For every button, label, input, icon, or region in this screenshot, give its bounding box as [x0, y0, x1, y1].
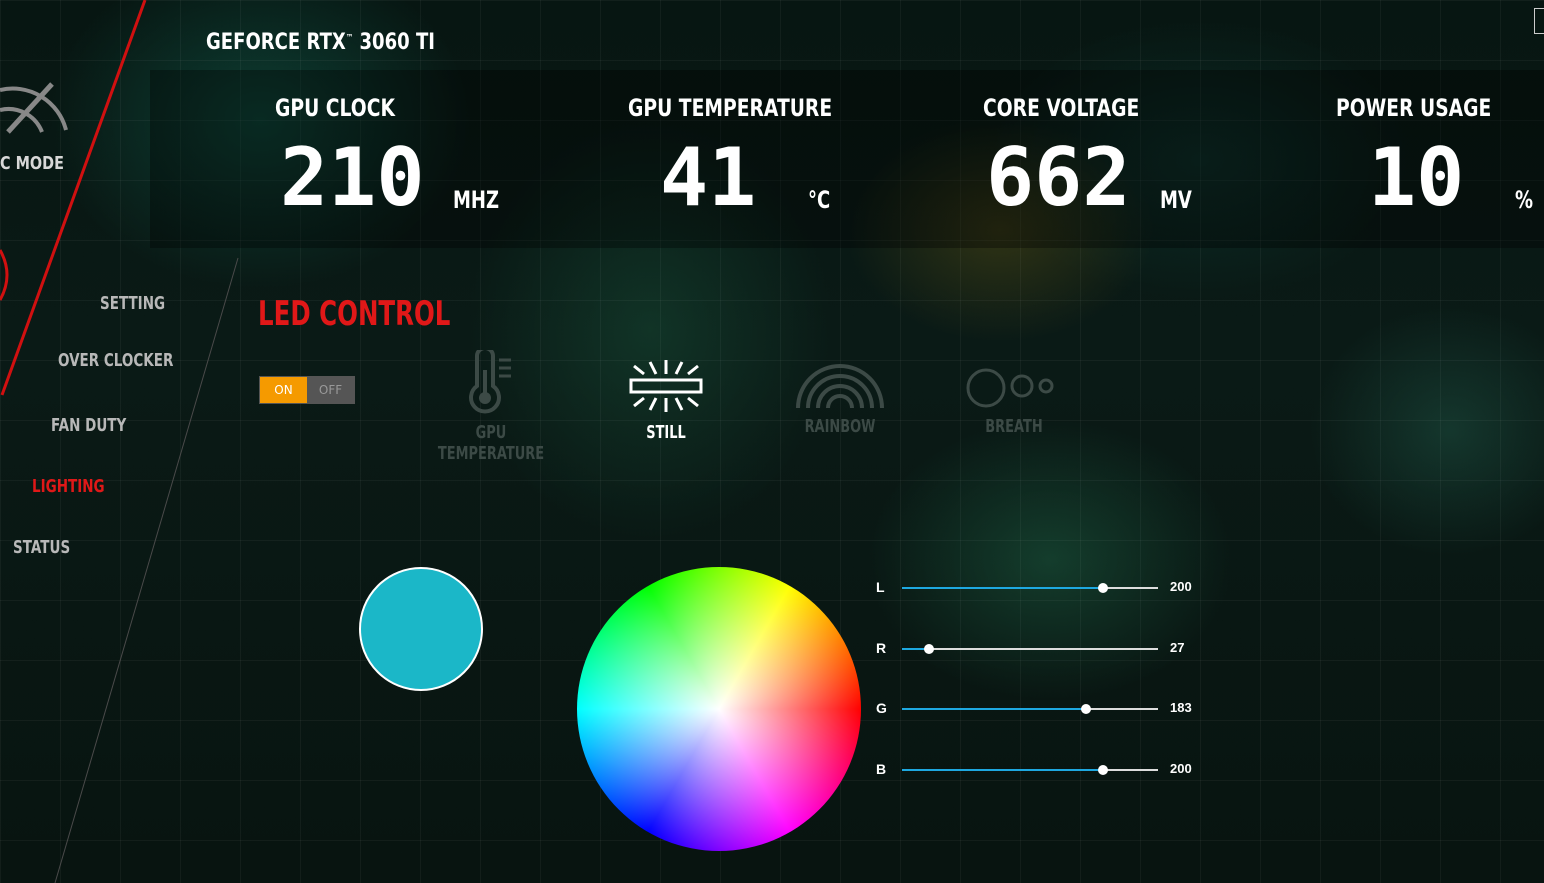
power-usage-label: POWER USAGE	[1336, 94, 1492, 122]
slider-fill	[902, 769, 1103, 771]
color-wheel[interactable]	[577, 567, 861, 851]
sidebar-item-lighting[interactable]: LIGHTING	[32, 476, 105, 497]
mode-label: RAINBOW	[804, 416, 876, 437]
slider-track[interactable]	[902, 704, 1158, 714]
gpu-temperature-unit: °C	[808, 186, 831, 214]
gpu-clock-label: GPU CLOCK	[275, 94, 395, 122]
still-light-icon	[629, 360, 703, 412]
current-color-swatch	[359, 567, 483, 691]
mode-label: BREATH	[985, 416, 1043, 437]
slider-value: 200	[1170, 761, 1192, 776]
mode-label: GPU TEMPERATURE	[437, 422, 545, 464]
slider-g[interactable]: G 183	[876, 700, 1206, 720]
core-voltage-label: CORE VOLTAGE	[983, 94, 1140, 122]
mode-breath[interactable]: BREATH	[934, 366, 1094, 437]
slider-thumb[interactable]	[1097, 765, 1108, 775]
slider-track[interactable]	[902, 583, 1158, 593]
slider-fill	[902, 708, 1086, 710]
slider-thumb[interactable]	[1080, 704, 1091, 714]
slider-track[interactable]	[902, 644, 1158, 654]
sidebar-item-status[interactable]: STATUS	[13, 537, 70, 558]
slider-thumb[interactable]	[1097, 583, 1108, 593]
thermometer-icon	[469, 350, 511, 414]
slider-label: L	[876, 579, 885, 595]
slider-fill	[902, 587, 1103, 589]
speedometer-icon	[0, 82, 68, 134]
slider-value: 183	[1170, 700, 1192, 715]
power-usage-unit: %	[1515, 186, 1534, 214]
power-usage-value: 10	[1368, 131, 1465, 224]
slider-l[interactable]: L 200	[876, 579, 1206, 599]
mode-gpu-temperature[interactable]: GPU TEMPERATURE	[411, 350, 571, 464]
sidebar-item-fan-duty[interactable]: FAN DUTY	[51, 415, 126, 436]
slider-label: G	[876, 700, 887, 716]
sidebar-item-over-clocker[interactable]: OVER CLOCKER	[58, 350, 173, 371]
slider-label: R	[876, 640, 887, 656]
slider-label: B	[876, 761, 887, 777]
mode-label: STILL	[646, 422, 686, 443]
gpu-temperature-value: 41	[660, 131, 757, 224]
slider-value: 27	[1170, 640, 1185, 655]
breath-icon	[966, 368, 1054, 408]
led-control-title: LED CONTROL	[258, 294, 451, 334]
mode-rainbow[interactable]: RAINBOW	[760, 362, 920, 437]
toggle-on-button[interactable]: ON	[260, 377, 307, 403]
gpu-clock-value: 210	[280, 131, 425, 224]
window-control-button[interactable]	[1534, 8, 1544, 34]
slider-thumb[interactable]	[924, 644, 935, 654]
gpu-temperature-label: GPU TEMPERATURE	[628, 94, 833, 122]
led-power-toggle[interactable]: ON OFF	[259, 376, 355, 404]
slider-b[interactable]: B 200	[876, 761, 1206, 781]
gpu-clock-unit: MHZ	[453, 186, 500, 214]
rainbow-icon	[796, 364, 884, 409]
toggle-off-button[interactable]: OFF	[307, 377, 354, 403]
core-voltage-unit: MV	[1160, 186, 1192, 214]
slider-r[interactable]: R 27	[876, 640, 1206, 660]
sidebar-item-setting[interactable]: SETTING	[100, 293, 165, 314]
mode-still[interactable]: STILL	[586, 356, 746, 443]
core-voltage-value: 662	[986, 131, 1131, 224]
gpu-title: GEFORCE RTX™ 3060 TI	[206, 30, 435, 55]
slider-value: 200	[1170, 579, 1192, 594]
oc-mode-label[interactable]: C MODE	[0, 153, 64, 174]
slider-track[interactable]	[902, 765, 1158, 775]
